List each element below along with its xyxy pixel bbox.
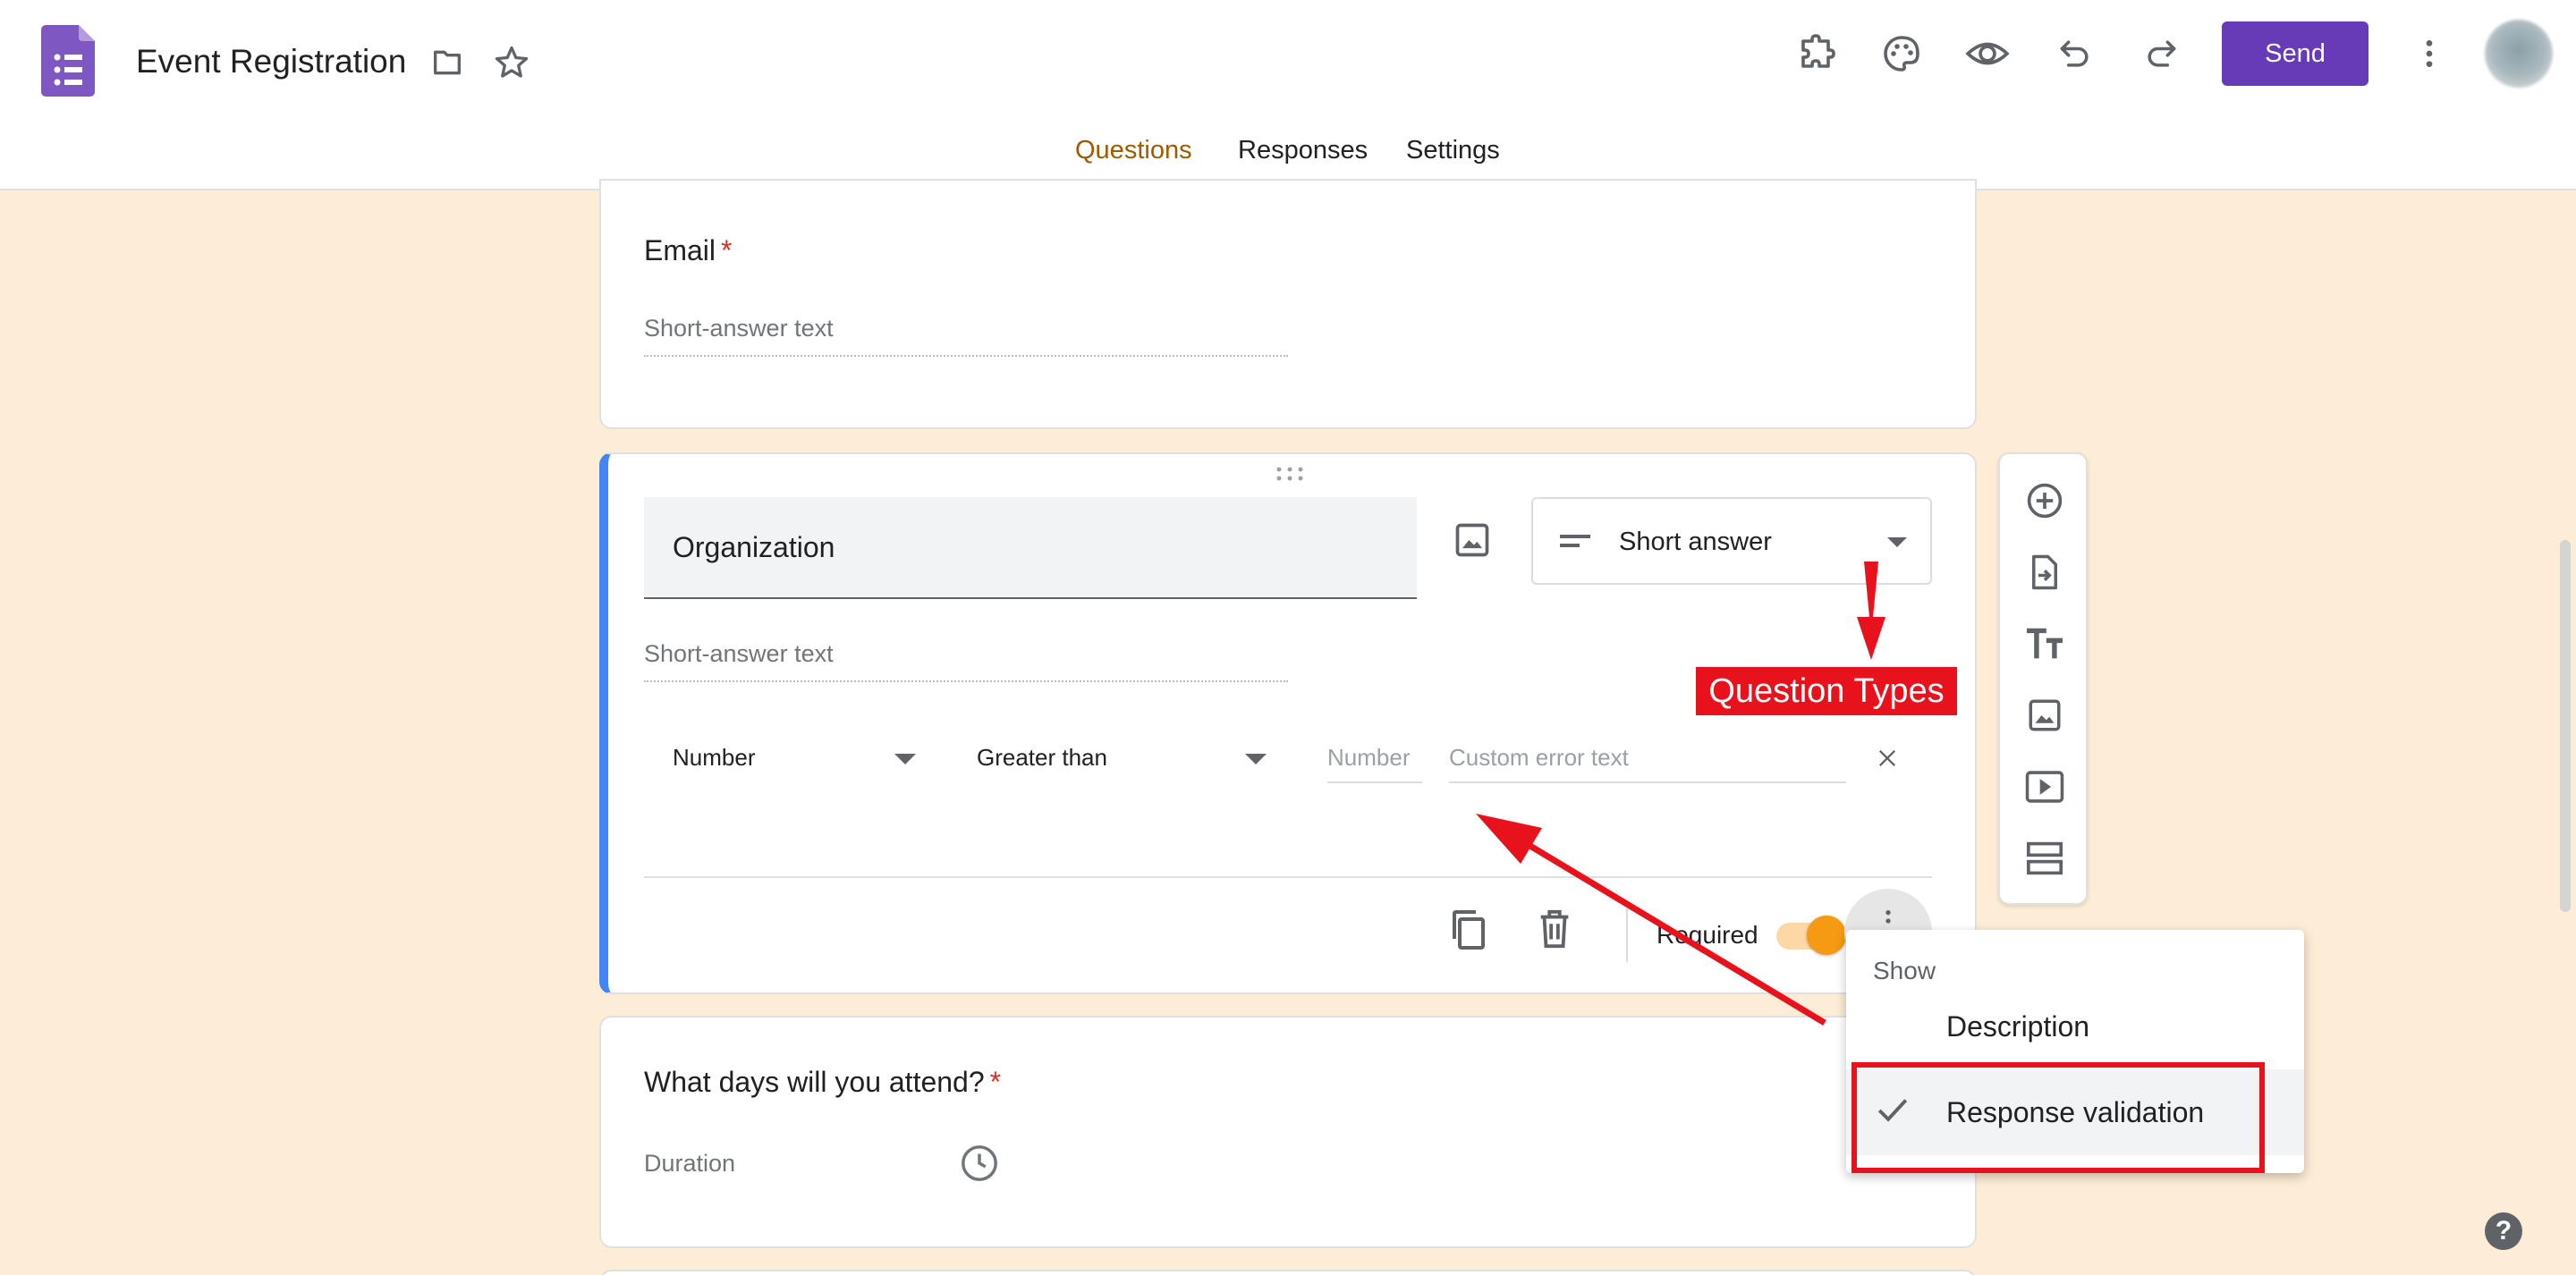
custom-error-input[interactable]: Custom error text bbox=[1449, 744, 1629, 772]
redo-icon[interactable] bbox=[2136, 29, 2186, 79]
footer-separator bbox=[1626, 908, 1628, 962]
short-answer-preview: Short-answer text bbox=[644, 640, 1288, 682]
short-answer-preview: Short-answer text bbox=[644, 315, 1288, 357]
document-title[interactable]: Event Registration bbox=[136, 43, 406, 80]
question-title: What days will you attend? * bbox=[644, 1066, 1001, 1099]
undo-icon[interactable] bbox=[2050, 29, 2100, 79]
add-section-icon[interactable] bbox=[2020, 833, 2070, 883]
question-title: Email * bbox=[644, 234, 732, 267]
required-star: * bbox=[989, 1066, 1002, 1098]
image-icon[interactable] bbox=[1447, 515, 1497, 565]
question-card-days[interactable] bbox=[599, 1016, 1977, 1248]
duration-preview: Duration bbox=[644, 1150, 736, 1177]
dropdown-arrow-icon[interactable] bbox=[894, 753, 916, 769]
preview-eye-icon[interactable] bbox=[1962, 29, 2012, 79]
tab-responses[interactable]: Responses bbox=[1238, 136, 1368, 165]
add-image-icon[interactable] bbox=[2020, 690, 2070, 740]
annotation-callout: Question Types bbox=[1696, 667, 1957, 715]
more-vert-icon[interactable] bbox=[2404, 29, 2454, 79]
validation-category-select[interactable]: Number bbox=[673, 744, 755, 772]
number-input-underline bbox=[1327, 781, 1422, 783]
tab-questions[interactable]: Questions bbox=[1075, 136, 1192, 165]
palette-icon[interactable] bbox=[1877, 29, 1927, 79]
star-icon[interactable] bbox=[487, 38, 537, 88]
forms-logo-icon[interactable] bbox=[41, 25, 95, 97]
import-question-icon[interactable] bbox=[2020, 547, 2070, 597]
tab-settings[interactable]: Settings bbox=[1406, 136, 1500, 165]
folder-icon[interactable] bbox=[422, 38, 472, 88]
help-icon[interactable]: ? bbox=[2485, 1212, 2522, 1250]
card-footer-divider bbox=[644, 876, 1932, 878]
annotation-highlight-box bbox=[1852, 1062, 2265, 1173]
floating-toolbar bbox=[1998, 452, 2088, 905]
required-star: * bbox=[721, 234, 733, 266]
required-toggle-thumb[interactable] bbox=[1807, 916, 1846, 955]
clock-icon bbox=[959, 1143, 1000, 1188]
question-type-label: Short answer bbox=[1619, 528, 1772, 556]
copy-icon[interactable] bbox=[1449, 908, 1488, 956]
add-video-icon[interactable] bbox=[2020, 762, 2070, 812]
scrollbar[interactable] bbox=[2560, 540, 2571, 912]
validation-number-input[interactable]: Number bbox=[1327, 744, 1410, 772]
question-type-dropdown[interactable]: Short answer bbox=[1531, 497, 1932, 585]
short-answer-icon bbox=[1560, 531, 1592, 557]
question-title-input[interactable]: Organization bbox=[644, 497, 1417, 599]
trash-icon[interactable] bbox=[1537, 908, 1572, 954]
dropdown-arrow-icon[interactable] bbox=[1245, 753, 1267, 769]
dropdown-arrow-icon bbox=[1887, 536, 1907, 553]
question-card-next[interactable] bbox=[599, 1270, 1977, 1275]
question-title-text: What days will you attend? bbox=[644, 1066, 985, 1098]
send-button[interactable]: Send bbox=[2222, 21, 2368, 86]
validation-condition-select[interactable]: Greater than bbox=[977, 744, 1107, 772]
error-input-underline bbox=[1449, 781, 1846, 783]
drag-handle-icon[interactable] bbox=[1274, 465, 1306, 483]
menu-item-description[interactable]: Description bbox=[1846, 984, 2304, 1069]
title-text-icon[interactable] bbox=[2020, 619, 2070, 669]
question-title-text: Email bbox=[644, 234, 716, 266]
menu-item-label: Description bbox=[1946, 1010, 2090, 1043]
close-icon[interactable] bbox=[1875, 746, 1900, 775]
add-circle-icon[interactable] bbox=[2020, 476, 2070, 526]
avatar[interactable] bbox=[2485, 20, 2553, 88]
addon-icon[interactable] bbox=[1792, 29, 1843, 79]
required-label: Required bbox=[1657, 921, 1758, 949]
question-card-email[interactable] bbox=[599, 179, 1977, 429]
app-header: Event Registration Send Questions Respon… bbox=[0, 0, 2576, 191]
menu-section-header: Show bbox=[1873, 957, 1936, 984]
